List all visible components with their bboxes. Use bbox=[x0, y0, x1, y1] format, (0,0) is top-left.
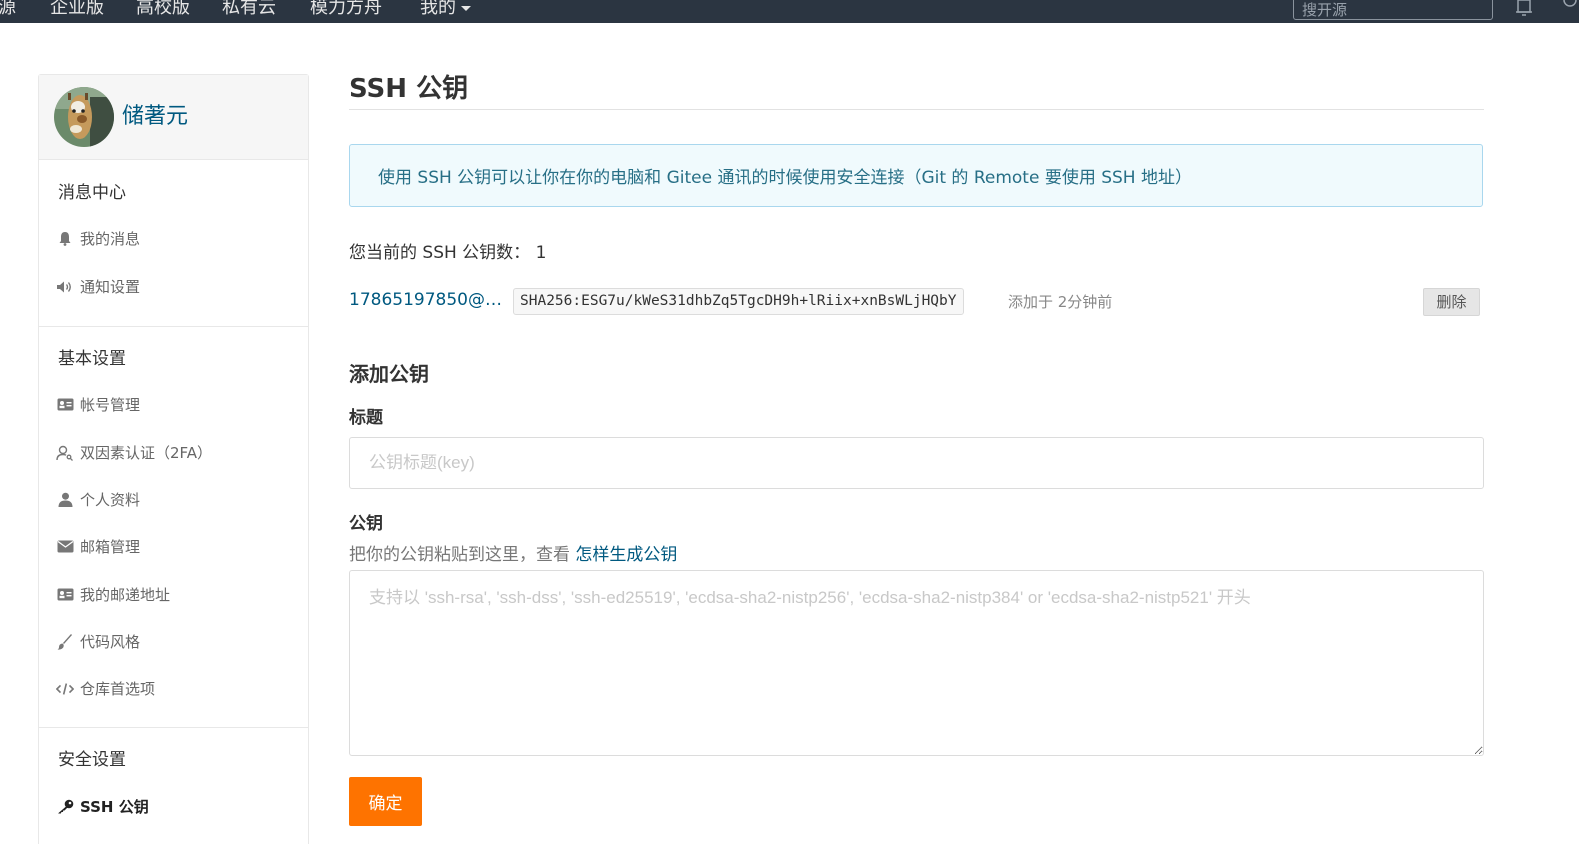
sidebar-item-label: 代码风格 bbox=[80, 633, 141, 651]
sidebar-item-label: 仓库首选项 bbox=[80, 680, 156, 698]
section-title: 安全设置 bbox=[58, 750, 126, 770]
ssh-key-title[interactable]: 17865197850@… bbox=[349, 290, 502, 310]
sidebar-item-label: 我的消息 bbox=[80, 230, 141, 248]
sidebar-item-2fa[interactable]: 双因素认证（2FA） bbox=[56, 442, 212, 463]
key-hint: 把你的公钥粘贴到这里，查看 怎样生成公钥 bbox=[349, 540, 677, 565]
sidebar-item-label: 邮箱管理 bbox=[80, 538, 141, 556]
key-count-label: 您当前的 SSH 公钥数： bbox=[349, 243, 531, 263]
bell-icon bbox=[56, 231, 74, 247]
sidebar-item-label: 双因素认证（2FA） bbox=[80, 444, 213, 462]
sidebar-item-notification-settings[interactable]: 通知设置 bbox=[56, 276, 140, 297]
user-key-icon bbox=[56, 445, 74, 461]
nav-mine-label: 我的 bbox=[420, 0, 456, 18]
top-navbar: 源 企业版 高校版 私有云 模力方舟 我的 搜开源 bbox=[0, 0, 1579, 23]
nav-item-open-source[interactable]: 源 bbox=[0, 0, 16, 19]
notification-bell-icon[interactable] bbox=[1512, 0, 1536, 18]
sidebar-item-repo-preferences[interactable]: 仓库首选项 bbox=[56, 678, 155, 699]
divider bbox=[349, 109, 1484, 110]
section-title: 基本设置 bbox=[58, 349, 126, 369]
ssh-key-fingerprint: SHA256:ESG7u/kWeS31dhbZq5TgcDH9h+lRiix+x… bbox=[513, 288, 964, 315]
sidebar-item-label: 我的邮递地址 bbox=[80, 586, 171, 604]
delete-key-button[interactable]: 删除 bbox=[1423, 288, 1480, 316]
ssh-key-row: 17865197850@… SHA256:ESG7u/kWeS31dhbZq5T… bbox=[349, 288, 1483, 318]
envelope-icon bbox=[56, 539, 74, 555]
public-key-textarea[interactable] bbox=[349, 570, 1484, 756]
nav-item-mine[interactable]: 我的 bbox=[420, 0, 471, 19]
submit-button[interactable]: 确定 bbox=[349, 777, 422, 826]
nav-item-education[interactable]: 高校版 bbox=[136, 0, 190, 19]
brush-icon bbox=[56, 633, 74, 650]
user-name[interactable]: 储著元 bbox=[122, 98, 188, 130]
how-to-generate-key-link[interactable]: 怎样生成公钥 bbox=[575, 545, 677, 565]
key-hint-text: 把你的公钥粘贴到这里，查看 bbox=[349, 545, 570, 565]
sidebar-item-label: 通知设置 bbox=[80, 278, 141, 296]
user-icon bbox=[56, 492, 74, 508]
info-alert: 使用 SSH 公钥可以让你在你的电脑和 Gitee 通讯的时候使用安全连接（Gi… bbox=[349, 144, 1483, 207]
key-count: 您当前的 SSH 公钥数： 1 bbox=[349, 238, 546, 263]
volume-icon bbox=[56, 279, 74, 295]
ssh-key-added-time: 添加于 2分钟前 bbox=[1008, 293, 1113, 311]
search-icon[interactable] bbox=[1560, 0, 1579, 16]
section-basic-settings: 基本设置 帐号管理 双因素认证（2FA） 个人资料 邮箱管理 我的邮递地址 代码… bbox=[39, 327, 308, 728]
sidebar-item-my-messages[interactable]: 我的消息 bbox=[56, 228, 140, 249]
sidebar-item-account[interactable]: 帐号管理 bbox=[56, 394, 140, 415]
key-label: 公钥 bbox=[349, 514, 383, 534]
search-input[interactable]: 搜开源 bbox=[1293, 0, 1493, 20]
sidebar-item-label: SSH 公钥 bbox=[80, 798, 149, 816]
title-label: 标题 bbox=[349, 408, 383, 428]
nav-item-model-ark[interactable]: 模力方舟 bbox=[310, 0, 382, 19]
key-icon bbox=[56, 799, 74, 815]
sidebar-item-code-style[interactable]: 代码风格 bbox=[56, 631, 140, 652]
section-message-center: 消息中心 我的消息 通知设置 bbox=[39, 160, 308, 327]
sidebar-item-profile[interactable]: 个人资料 bbox=[56, 489, 140, 510]
chevron-down-icon bbox=[461, 5, 471, 11]
nav-item-enterprise[interactable]: 企业版 bbox=[50, 0, 104, 19]
avatar[interactable] bbox=[54, 87, 114, 147]
address-card-icon bbox=[56, 587, 74, 603]
sidebar-item-postal-address[interactable]: 我的邮递地址 bbox=[56, 584, 170, 605]
section-title: 消息中心 bbox=[58, 183, 126, 203]
sidebar-item-email[interactable]: 邮箱管理 bbox=[56, 536, 140, 557]
key-title-input[interactable] bbox=[349, 437, 1484, 489]
id-card-icon bbox=[56, 397, 74, 413]
section-security-settings: 安全设置 SSH 公钥 bbox=[39, 728, 308, 844]
sidebar-item-ssh-keys[interactable]: SSH 公钥 bbox=[56, 796, 149, 817]
code-icon bbox=[56, 681, 74, 697]
settings-sidebar: 储著元 消息中心 我的消息 通知设置 基本设置 帐号管理 双因素认证（2FA） … bbox=[38, 74, 309, 844]
nav-item-private-cloud[interactable]: 私有云 bbox=[222, 0, 276, 19]
sidebar-item-label: 帐号管理 bbox=[80, 396, 141, 414]
add-key-heading: 添加公钥 bbox=[349, 362, 429, 386]
page-title: SSH 公钥 bbox=[349, 74, 469, 104]
key-count-value: 1 bbox=[535, 243, 547, 263]
user-profile-header: 储著元 bbox=[39, 75, 308, 160]
sidebar-item-label: 个人资料 bbox=[80, 491, 141, 509]
